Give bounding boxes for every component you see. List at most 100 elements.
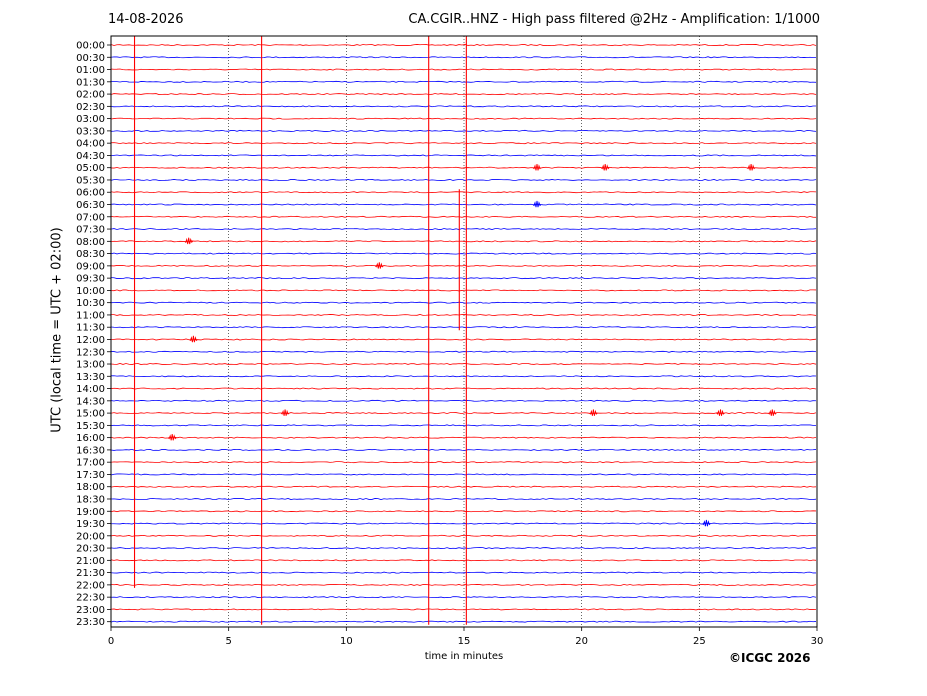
- y-tick-label: 09:00: [76, 261, 105, 272]
- y-tick-label: 18:00: [76, 482, 105, 493]
- x-tick-layer: 0 5 10 15 20 25 30: [108, 627, 824, 647]
- y-tick-label: 07:00: [76, 212, 105, 223]
- trace-row: [110, 117, 817, 120]
- event-burst: [184, 237, 194, 245]
- y-tick-label: 10:00: [76, 286, 105, 297]
- trace-row: [111, 314, 817, 316]
- y-tick-label: 00:30: [76, 53, 105, 64]
- trace-row: [110, 44, 817, 46]
- trace-row: [110, 350, 817, 353]
- trace-row: [110, 620, 817, 623]
- y-tick-label: 01:30: [76, 77, 105, 88]
- y-tick-label: 14:00: [76, 384, 105, 395]
- x-tick-label: 5: [225, 636, 231, 647]
- trace-row: [110, 228, 817, 231]
- y-tick-label: 08:30: [76, 249, 105, 260]
- y-tick-label: 00:00: [76, 41, 105, 52]
- y-tick-label: 07:30: [76, 225, 105, 236]
- trace-row: [110, 68, 817, 71]
- plot-frame: [110, 35, 818, 628]
- y-tick-label: 11:30: [76, 323, 105, 334]
- event-burst: [280, 409, 290, 416]
- x-tick-label: 10: [340, 636, 353, 647]
- y-tick-label: 19:30: [76, 519, 105, 530]
- y-tick-label: 17:30: [76, 470, 105, 481]
- trace-row: [110, 596, 817, 599]
- trace-row: [110, 154, 817, 157]
- y-tick-label: 16:00: [76, 433, 105, 444]
- trace-row: [110, 498, 817, 500]
- trace-row: [110, 277, 817, 280]
- y-tick-label: 20:00: [76, 531, 105, 542]
- trace-row: [110, 559, 817, 562]
- trace-row: [110, 387, 817, 390]
- trace-row: [110, 448, 817, 451]
- x-tick-label: 25: [693, 636, 706, 647]
- y-tick-label: 02:00: [76, 90, 105, 101]
- trace-row: [110, 203, 817, 206]
- trace-row: [110, 166, 817, 169]
- y-tick-label: 13:30: [76, 372, 105, 383]
- trace-row: [110, 56, 817, 59]
- y-tick-label: 01:00: [76, 65, 105, 76]
- y-tick-label: 11:00: [76, 310, 105, 321]
- x-tick-label: 20: [575, 636, 588, 647]
- trace-row: [110, 252, 817, 255]
- trace-row: [110, 583, 817, 586]
- x-tick-label: 30: [811, 636, 824, 647]
- y-tick-label: 12:30: [76, 347, 105, 358]
- trace-row: [110, 571, 817, 574]
- trace-row: [110, 93, 817, 96]
- y-tick-label: 22:30: [76, 593, 105, 604]
- trace-row: [110, 80, 817, 83]
- y-tick-label: 03:30: [76, 126, 105, 137]
- trace-row: [110, 375, 817, 378]
- y-tick-label: 21:00: [76, 556, 105, 567]
- event-burst: [746, 164, 756, 171]
- trace-row: [110, 436, 817, 439]
- trace-row: [110, 326, 817, 329]
- y-tick-label: 02:30: [76, 102, 105, 113]
- y-tick-label: 23:30: [76, 617, 105, 628]
- y-tick-label: 20:30: [76, 544, 105, 555]
- y-tick-label: 06:30: [76, 200, 105, 211]
- event-burst: [532, 164, 542, 171]
- trace-row: [110, 129, 817, 132]
- trace-row: [110, 547, 817, 550]
- seismogram-plot: 00:0000:3001:0001:30 02:0002:3003:0003:30…: [76, 35, 824, 647]
- trace-row: [110, 424, 817, 427]
- y-tick-label: 04:00: [76, 139, 105, 150]
- trace-row: [110, 485, 817, 488]
- trace-row: [110, 534, 817, 537]
- y-tick-label: 03:00: [76, 114, 105, 125]
- event-burst: [716, 409, 725, 416]
- y-tick-layer: 00:0000:3001:0001:30 02:0002:3003:0003:30…: [76, 41, 111, 628]
- trace-row: [110, 363, 817, 365]
- y-tick-label: 16:30: [76, 445, 105, 456]
- trace-row: [110, 142, 817, 145]
- trace-row: [110, 473, 817, 476]
- event-burst: [589, 409, 598, 416]
- trace-row: [110, 399, 817, 402]
- y-tick-label: 17:00: [76, 458, 105, 469]
- trace-row: [110, 510, 817, 513]
- event-burst: [600, 164, 610, 171]
- y-tick-label: 15:00: [76, 409, 105, 420]
- trace-row: [110, 179, 817, 181]
- trace-row: [110, 461, 817, 464]
- y-tick-label: 12:00: [76, 335, 105, 346]
- y-tick-label: 13:00: [76, 360, 105, 371]
- trace-row: [110, 338, 817, 341]
- trace-row: [110, 301, 817, 304]
- trace-row: [110, 289, 817, 292]
- y-tick-label: 15:30: [76, 421, 105, 432]
- event-burst: [374, 262, 384, 269]
- event-layer: [167, 164, 777, 527]
- trace-row: [110, 240, 817, 243]
- trace-row: [110, 264, 817, 267]
- y-tick-label: 06:00: [76, 188, 105, 199]
- y-tick-label: 22:00: [76, 580, 105, 591]
- trace-row: [110, 412, 817, 415]
- trace-row: [110, 608, 817, 611]
- y-tick-label: 05:30: [76, 175, 105, 186]
